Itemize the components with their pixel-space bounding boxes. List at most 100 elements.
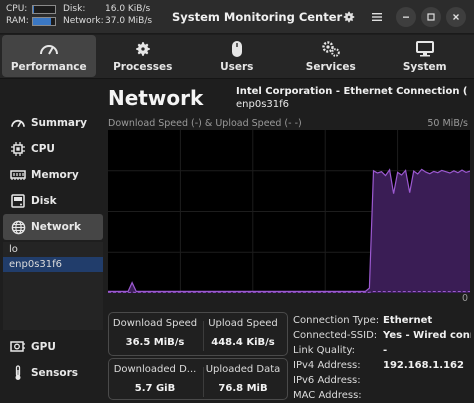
gear-icon (134, 40, 152, 58)
sidebar-item-label: Memory (31, 169, 79, 181)
title-bar: CPU: Disk: 16.0 KiB/s RAM: Network: 37.0… (0, 0, 474, 34)
tab-label: Users (220, 60, 254, 73)
sidebar-item-label: Disk (31, 195, 57, 207)
ipv6-address-label: IPv6 Address: (293, 375, 361, 386)
cpu-label: CPU: (6, 4, 28, 14)
link-quality-label: Link Quality: (293, 345, 356, 356)
sidebar-item-gpu[interactable]: GPU (3, 334, 103, 360)
sidebar-item-memory[interactable]: Memory (3, 162, 103, 188)
device-name: Intel Corporation - Ethernet Connection … (236, 86, 468, 97)
main-tabs: Performance Processes Users Services Sys… (0, 35, 474, 79)
disk-speed-value: 16.0 KiB/s (105, 4, 151, 14)
downloaded-data-value: 5.7 GiB (134, 383, 176, 394)
uploaded-data-value: 76.8 MiB (218, 383, 268, 394)
network-speed-graph (108, 130, 471, 294)
sidebar-item-summary[interactable]: Summary (3, 110, 103, 136)
connected-ssid-value: Yes - Wired connection 1 (383, 330, 471, 341)
mac-address-value (383, 388, 471, 403)
memory-icon (9, 167, 27, 183)
monitor-icon (415, 40, 434, 58)
ram-usage-bar (32, 16, 56, 26)
mac-address-label: MAC Address: (293, 390, 362, 401)
chip-icon (9, 141, 27, 157)
connected-ssid-label: Connected-SSID: (293, 330, 378, 341)
downloaded-data-label: Downloaded D... (113, 364, 197, 375)
maximize-icon[interactable] (421, 7, 441, 27)
sidebar-item-label: Sensors (31, 367, 79, 379)
download-speed-cell: Download Speed 36.5 MiB/s (111, 318, 199, 348)
data-stats-box: Downloaded D... 5.7 GiB Uploaded Data 76… (108, 358, 288, 400)
download-speed-label: Download Speed (112, 318, 198, 329)
connection-type-value: Ethernet (383, 315, 433, 326)
sidebar-item-label: CPU (31, 143, 55, 155)
sidebar-item-network[interactable]: Network (3, 214, 103, 240)
cpu-usage-fill (33, 5, 35, 13)
sidebar-item-sensors[interactable]: Sensors (3, 360, 103, 386)
page-title: Network (108, 86, 204, 110)
tab-label: Performance (10, 60, 87, 73)
ram-label: RAM: (6, 16, 29, 26)
ipv4-address-value: 192.168.1.162 (383, 360, 464, 371)
network-label: Network: (63, 16, 104, 26)
window-title: System Monitoring Center (172, 10, 343, 24)
speedometer-icon (9, 115, 27, 131)
graph-min-label: 0 (461, 293, 468, 304)
network-device-list: lo enp0s31f6 (3, 242, 103, 330)
globe-icon (9, 219, 27, 235)
gears-icon (321, 40, 341, 58)
disk-icon (9, 193, 27, 209)
close-icon[interactable] (446, 7, 466, 27)
sidebar-item-disk[interactable]: Disk (3, 188, 103, 214)
network-device-lo[interactable]: lo (3, 242, 103, 257)
detail-row: Connected-SSID: Yes - Wired connection 1 (293, 328, 471, 343)
minimize-icon[interactable] (396, 7, 416, 27)
sidebar-bottom: GPU Sensors (3, 334, 103, 386)
tab-label: Processes (113, 60, 173, 73)
detail-row: Connection Type: Ethernet (293, 313, 471, 328)
tab-users[interactable]: Users (190, 35, 284, 77)
thermometer-icon (9, 365, 27, 381)
settings-gear-icon[interactable] (339, 7, 359, 27)
sidebar-item-label: GPU (31, 341, 56, 353)
download-speed-area (108, 169, 470, 293)
downloaded-data-cell: Downloaded D... 5.7 GiB (111, 364, 199, 394)
tab-label: Services (305, 60, 356, 73)
connection-type-label: Connection Type: (293, 315, 380, 326)
tab-label: System (402, 60, 447, 73)
tab-performance[interactable]: Performance (2, 35, 96, 77)
network-speed-chart (108, 130, 471, 294)
upload-speed-cell: Upload Speed 448.4 KiB/s (199, 318, 287, 348)
speedometer-icon (39, 40, 59, 58)
ram-usage-fill (33, 17, 52, 25)
download-speed-value: 36.5 MiB/s (125, 337, 185, 348)
graph-max-label: 50 MiB/s (427, 118, 468, 129)
hamburger-menu-icon[interactable] (367, 7, 387, 27)
detail-row: IPv6 Address: (293, 373, 471, 388)
speed-stats-box: Download Speed 36.5 MiB/s Upload Speed 4… (108, 312, 288, 356)
gpu-icon (9, 339, 27, 355)
detail-row: MAC Address: (293, 388, 471, 403)
tab-services[interactable]: Services (284, 35, 378, 77)
mini-stats: CPU: Disk: 16.0 KiB/s RAM: Network: 37.0… (6, 3, 165, 27)
link-quality-value: - (383, 345, 388, 356)
disk-label: Disk: (63, 4, 86, 14)
detail-row: Link Quality: - (293, 343, 471, 358)
uploaded-data-cell: Uploaded Data 76.8 MiB (199, 364, 287, 394)
cpu-usage-bar (32, 4, 56, 14)
upload-speed-label: Upload Speed (208, 318, 278, 329)
uploaded-data-label: Uploaded Data (205, 364, 281, 375)
ipv4-address-label: IPv4 Address: (293, 360, 361, 371)
upload-speed-value: 448.4 KiB/s (211, 337, 275, 348)
mouse-icon (230, 40, 244, 58)
detail-row: IPv4 Address: 192.168.1.162 (293, 358, 471, 373)
sidebar-item-label: Network (31, 221, 82, 233)
network-speed-value: 37.0 MiB/s (105, 16, 153, 26)
network-device-enp0s31f6[interactable]: enp0s31f6 (3, 257, 103, 272)
interface-name: enp0s31f6 (236, 99, 290, 110)
ipv6-address-value (383, 373, 471, 388)
tab-system[interactable]: System (378, 35, 472, 77)
tab-processes[interactable]: Processes (96, 35, 190, 77)
graph-label: Download Speed (-) & Upload Speed (- -) (108, 118, 302, 129)
sidebar-item-cpu[interactable]: CPU (3, 136, 103, 162)
connection-details: Connection Type: Ethernet Connected-SSID… (293, 313, 471, 403)
